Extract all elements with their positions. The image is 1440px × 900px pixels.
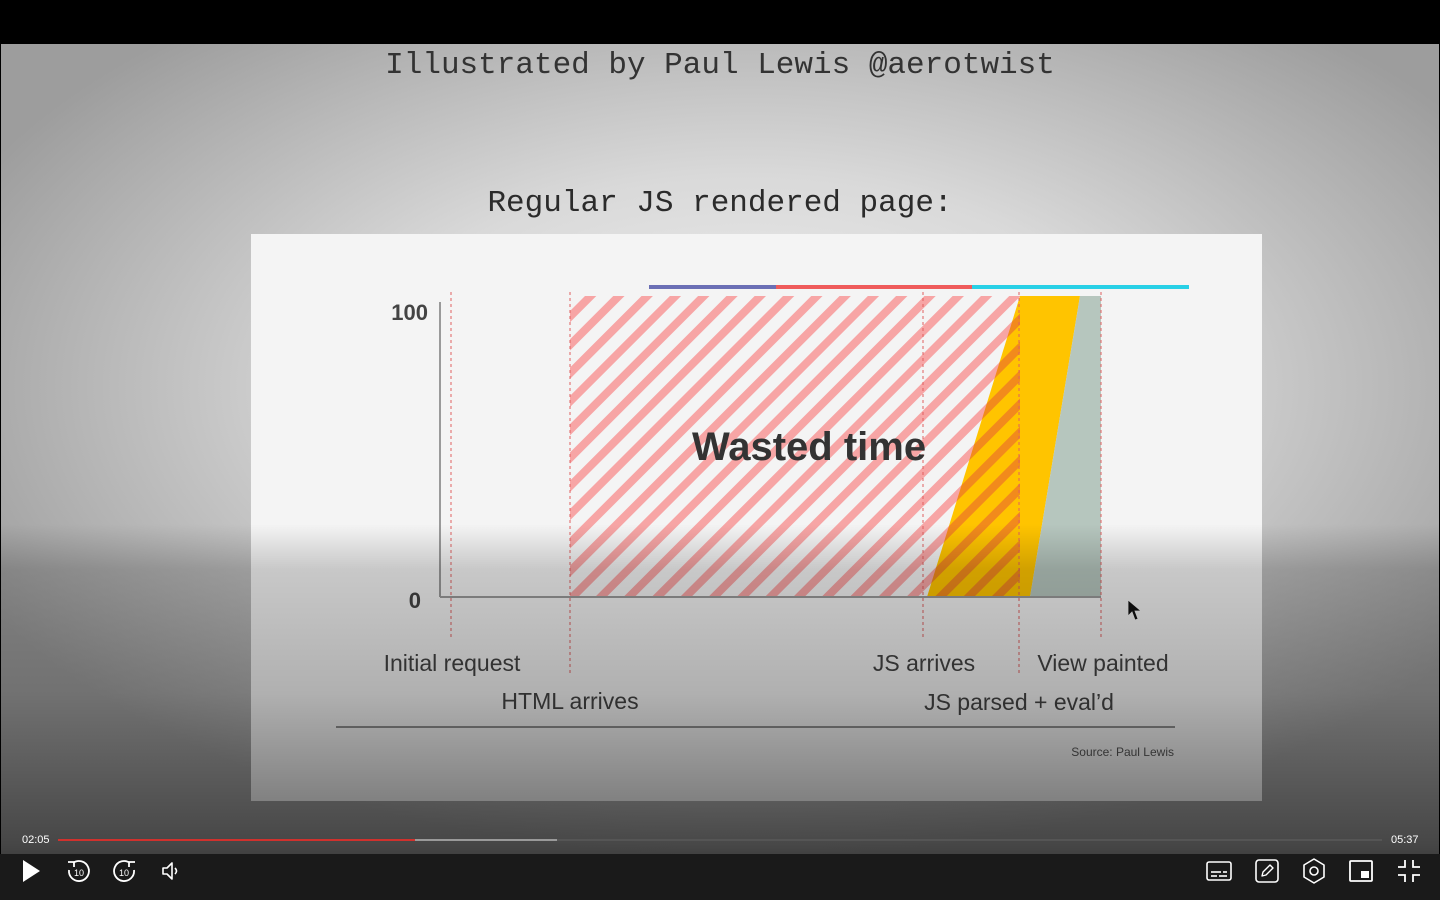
slide-subtitle: Regular JS rendered page: [487, 186, 953, 221]
notes-icon [1255, 859, 1279, 883]
label-view-painted: View painted [1037, 650, 1168, 676]
slide-header: Illustrated by Paul Lewis @aerotwist [385, 48, 1055, 83]
video-frame[interactable]: Illustrated by Paul Lewis @aerotwist Reg… [1, 44, 1439, 900]
y-axis-min-label: 0 [409, 588, 421, 613]
exit-fullscreen-button[interactable] [1392, 856, 1426, 886]
svg-text:10: 10 [74, 868, 84, 878]
volume-button[interactable] [155, 856, 189, 886]
notes-button[interactable] [1250, 856, 1284, 886]
play-icon [23, 860, 40, 882]
timeline-diagram: 100 0 Wasted time Initial request HTML a… [251, 234, 1262, 801]
wasted-time-label: Wasted time [692, 425, 926, 469]
timeline-diagram-svg: 100 0 Wasted time Initial request HTML a… [336, 285, 1189, 759]
svg-text:10: 10 [119, 868, 129, 878]
volume-icon [162, 862, 178, 880]
label-js-arrives: JS arrives [873, 650, 975, 676]
rewind-10-icon: 10 [68, 860, 90, 882]
mouse-cursor-icon [1127, 599, 1143, 621]
picture-in-picture-button[interactable] [1344, 856, 1378, 886]
captions-icon [1206, 861, 1232, 881]
exit-fullscreen-icon [1398, 860, 1420, 882]
label-html-arrives: HTML arrives [501, 688, 638, 714]
captions-button[interactable] [1202, 856, 1236, 886]
progress-played [58, 839, 416, 841]
top-black-bar [0, 0, 1440, 44]
source-credit: Source: Paul Lewis [1071, 745, 1174, 759]
label-initial-request: Initial request [384, 650, 521, 676]
progress-bar[interactable] [58, 839, 1382, 841]
top-bar-blue [649, 285, 776, 289]
rewind-10-button[interactable]: 10 [61, 856, 95, 886]
top-bar-cyan [972, 285, 1189, 289]
settings-icon [1303, 858, 1325, 884]
picture-in-picture-icon [1349, 860, 1373, 882]
settings-button[interactable] [1297, 856, 1331, 886]
forward-10-button[interactable]: 10 [108, 856, 142, 886]
top-bar-red [776, 285, 972, 289]
play-button[interactable] [14, 856, 48, 886]
total-time: 05:37 [1391, 834, 1419, 846]
y-axis-max-label: 100 [391, 300, 428, 325]
forward-10-icon: 10 [113, 860, 135, 882]
current-time: 02:05 [22, 834, 50, 846]
label-js-parsed: JS parsed + eval’d [924, 689, 1114, 715]
